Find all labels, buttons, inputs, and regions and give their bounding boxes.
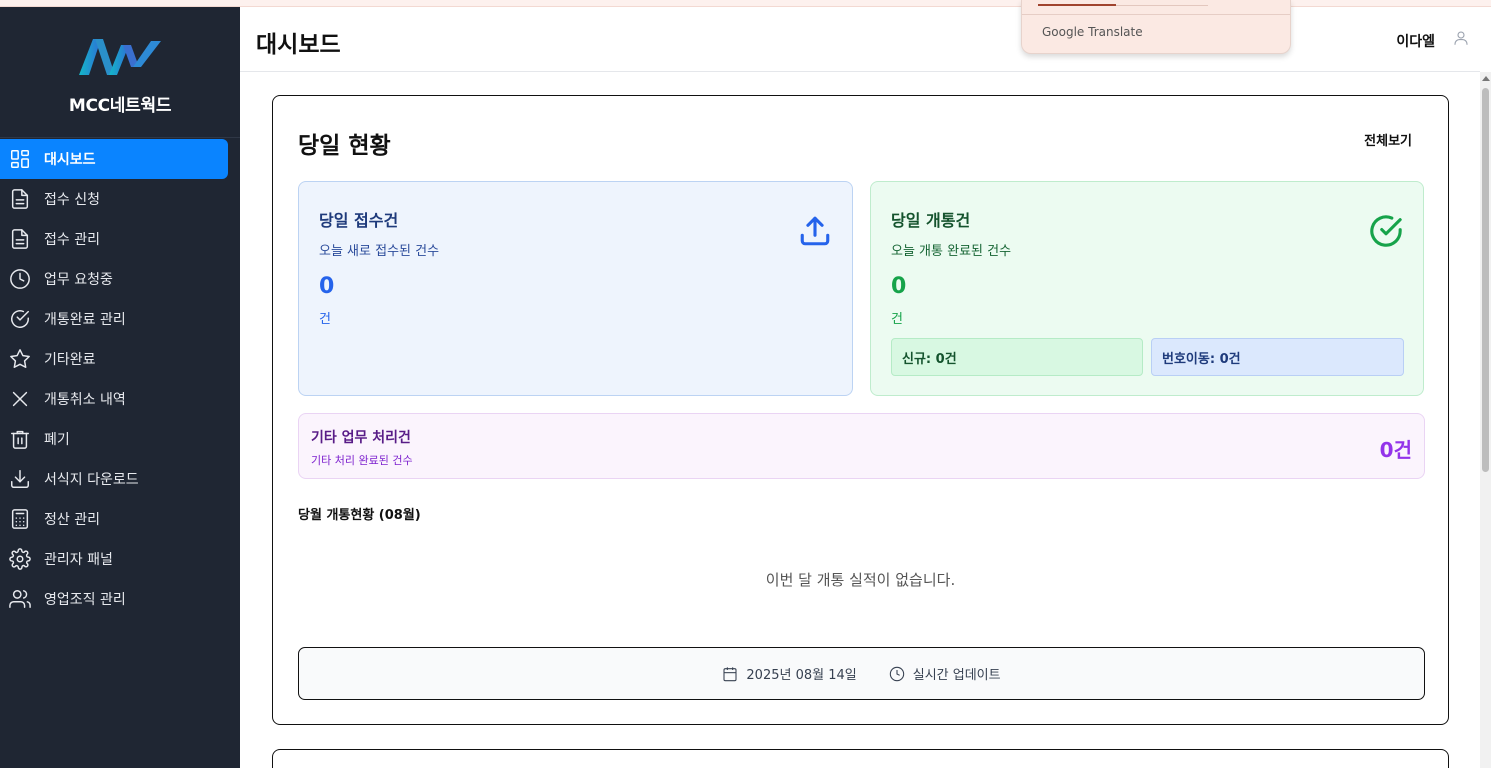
sidebar-item-settlement[interactable]: 정산 관리: [0, 499, 228, 539]
today-received-card: 당일 접수건 오늘 새로 접수된 건수 0 건: [298, 181, 853, 396]
sidebar-item-label: 정산 관리: [44, 512, 100, 528]
brand-logo: [79, 39, 161, 75]
calculator-icon: [8, 507, 32, 531]
close-icon: [8, 387, 32, 411]
sidebar-item-requesting[interactable]: 업무 요청중: [0, 259, 228, 299]
etc-subtitle: 기타 처리 완료된 건수: [311, 454, 413, 467]
today-status-card: 당일 현황 전체보기 당일 접수건 오늘 새로 접수된 건수 0 건 당일 개통…: [272, 95, 1449, 725]
received-count: 0: [319, 274, 335, 299]
translate-label: Google Translate: [1042, 25, 1143, 39]
today-status-title: 당일 현황: [298, 133, 391, 159]
status-footer: 2025년 08월 14일 실시간 업데이트: [298, 647, 1425, 700]
sidebar-item-etc[interactable]: 기타완료: [0, 339, 228, 379]
sidebar-item-org[interactable]: 영업조직 관리: [0, 579, 228, 619]
sidebar-item-discard[interactable]: 폐기: [0, 419, 228, 459]
view-all-link[interactable]: 전체보기: [1364, 130, 1412, 149]
sidebar-item-label: 개통취소 내역: [44, 392, 126, 408]
translate-tab-active[interactable]: [1038, 4, 1116, 6]
port-activation-badge: 번호이동: 0건: [1151, 338, 1404, 376]
sidebar-item-label: 기타완료: [44, 352, 96, 368]
document-icon: [8, 187, 32, 211]
activated-unit: 건: [891, 312, 903, 327]
activated-count: 0: [891, 274, 907, 299]
sidebar-item-label: 관리자 패널: [44, 552, 113, 568]
clock-icon: [889, 666, 904, 681]
sidebar-item-label: 대시보드: [44, 152, 96, 168]
etc-processed-card: 기타 업무 처리건 기타 처리 완료된 건수 0건: [298, 413, 1425, 479]
users-icon: [8, 587, 32, 611]
realtime-info: 실시간 업데이트: [889, 664, 1001, 683]
activated-title: 당일 개통건: [891, 211, 971, 230]
sidebar: MCC네트웍드 대시보드 접수 신청 접수 관리 업무 요청중 개통완료 관리 …: [0, 7, 240, 768]
clock-icon: [8, 267, 32, 291]
sidebar-item-label: 영업조직 관리: [44, 592, 126, 608]
user-icon[interactable]: [1452, 29, 1470, 47]
today-activated-card: 당일 개통건 오늘 개통 완료된 건수 0 건 신규: 0건 번호이동: 0건: [870, 181, 1424, 396]
sidebar-item-manage[interactable]: 접수 관리: [0, 219, 228, 259]
etc-title: 기타 업무 처리건: [311, 430, 411, 446]
received-unit: 건: [319, 312, 331, 327]
sidebar-item-label: 서식지 다운로드: [44, 472, 139, 488]
sidebar-item-apply[interactable]: 접수 신청: [0, 179, 228, 219]
new-activation-badge: 신규: 0건: [891, 338, 1143, 376]
sidebar-item-label: 접수 신청: [44, 192, 100, 208]
translate-tabs[interactable]: [1038, 0, 1208, 6]
sidebar-item-label: 업무 요청중: [44, 272, 113, 288]
activated-subtitle: 오늘 개통 완료된 건수: [891, 244, 1012, 259]
check-circle-icon: [8, 307, 32, 331]
translate-popup: Google Translate: [1021, 0, 1291, 54]
sidebar-item-label: 개통완료 관리: [44, 312, 126, 328]
sidebar-item-forms[interactable]: 서식지 다운로드: [0, 459, 228, 499]
month-status-title: 당월 개통현황 (08월): [298, 508, 421, 523]
gear-icon: [8, 547, 32, 571]
document-icon: [8, 227, 32, 251]
user-name[interactable]: 이다엘: [1396, 31, 1435, 51]
scroll-up-arrow-icon[interactable]: [1482, 76, 1490, 81]
check-circle-icon: [1369, 214, 1403, 248]
header: 대시보드 이다엘: [240, 7, 1480, 72]
sidebar-item-label: 접수 관리: [44, 232, 100, 248]
upload-icon: [798, 214, 832, 248]
received-subtitle: 오늘 새로 접수된 건수: [319, 244, 440, 259]
download-icon: [8, 467, 32, 491]
etc-count: 0건: [1379, 438, 1412, 462]
dashboard-icon: [8, 147, 32, 171]
empty-message: 이번 달 개통 실적이 없습니다.: [765, 571, 956, 589]
sidebar-item-label: 폐기: [44, 432, 70, 448]
realtime-text: 실시간 업데이트: [912, 668, 1001, 683]
translate-divider: [1022, 14, 1290, 15]
brand: MCC네트웍드: [0, 7, 240, 138]
trash-icon: [8, 427, 32, 451]
scrollbar-thumb[interactable]: [1482, 88, 1489, 472]
date-text: 2025년 08월 14일: [746, 668, 857, 683]
calendar-icon: [723, 666, 737, 681]
sidebar-nav: 대시보드 접수 신청 접수 관리 업무 요청중 개통완료 관리 기타완료 개통취…: [0, 138, 240, 619]
star-icon: [8, 347, 32, 371]
received-title: 당일 접수건: [319, 211, 399, 230]
sidebar-item-dashboard[interactable]: 대시보드: [0, 139, 228, 179]
date-info: 2025년 08월 14일: [722, 664, 857, 683]
next-card: [272, 749, 1449, 768]
page-title: 대시보드: [256, 32, 341, 58]
sidebar-item-admin[interactable]: 관리자 패널: [0, 539, 228, 579]
sidebar-item-cancel[interactable]: 개통취소 내역: [0, 379, 228, 419]
brand-name: MCC네트웍드: [68, 96, 172, 116]
sidebar-item-activation[interactable]: 개통완료 관리: [0, 299, 228, 339]
